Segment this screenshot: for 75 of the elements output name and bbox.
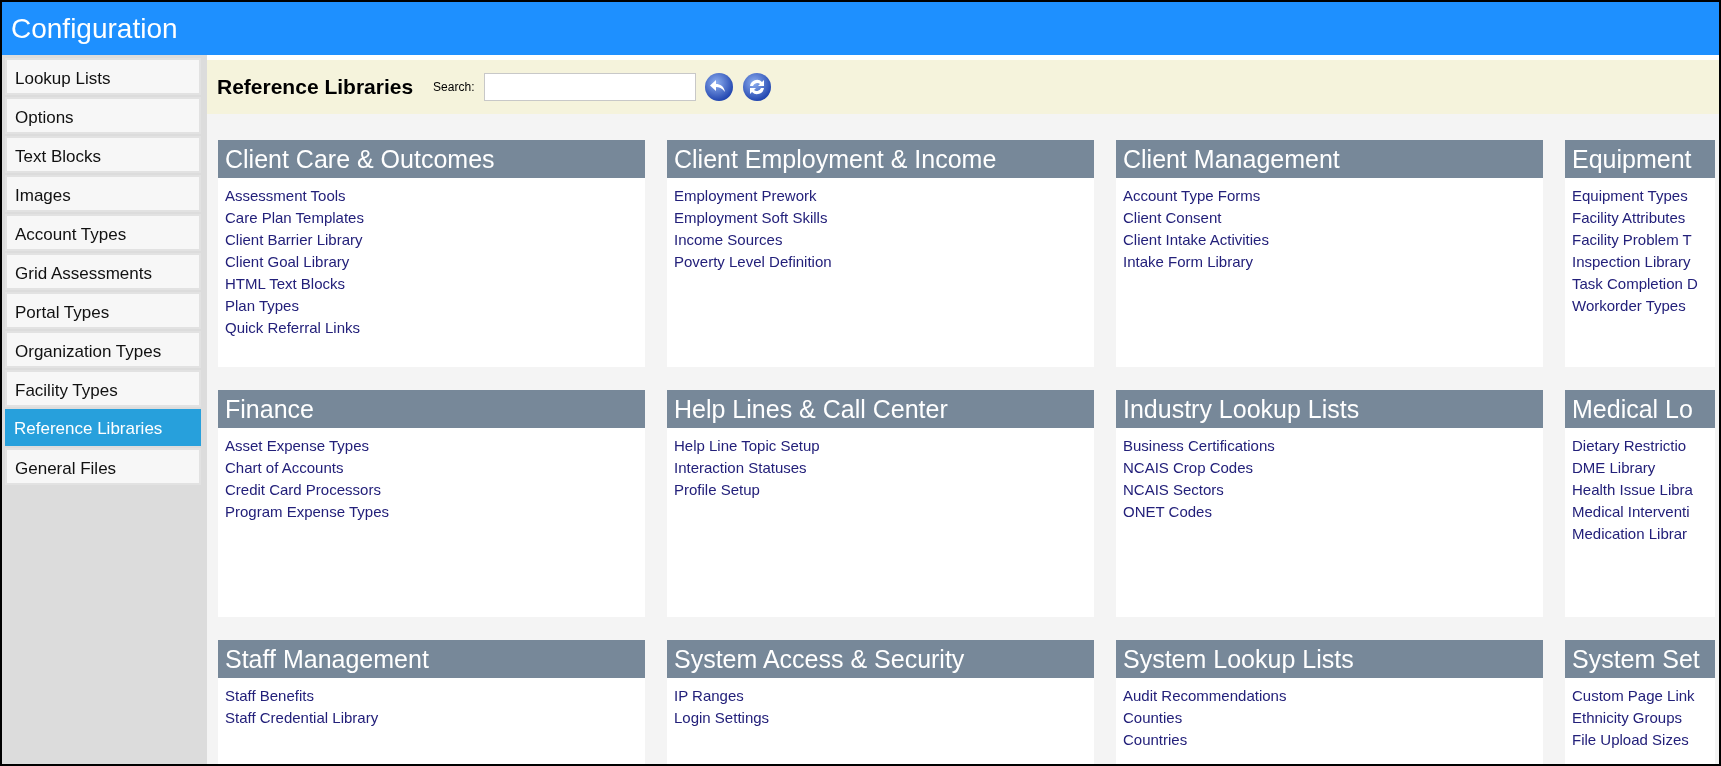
- window-title: Configuration: [2, 2, 1719, 55]
- library-link[interactable]: Income Sources: [674, 229, 783, 251]
- library-link[interactable]: Intake Form Library: [1123, 251, 1254, 273]
- search-label: Search:: [433, 79, 475, 96]
- library-link[interactable]: Dietary Restrictio: [1572, 435, 1687, 457]
- library-link[interactable]: Program Expense Types: [225, 501, 389, 523]
- library-link[interactable]: Equipment Types: [1572, 185, 1688, 207]
- back-icon[interactable]: [704, 72, 735, 102]
- library-link[interactable]: Client Consent: [1123, 207, 1222, 229]
- library-link[interactable]: Client Intake Activities: [1123, 229, 1269, 251]
- card-header: Client Employment & Income: [667, 140, 1094, 178]
- library-link[interactable]: HTML Text Blocks: [225, 273, 346, 295]
- library-link[interactable]: Chart of Accounts: [225, 457, 344, 479]
- library-link[interactable]: Assessment Tools: [225, 185, 346, 207]
- library-link[interactable]: Credit Card Processors: [225, 479, 381, 501]
- card-header: Help Lines & Call Center: [667, 390, 1094, 428]
- library-link[interactable]: Help Line Topic Setup: [674, 435, 820, 457]
- library-link[interactable]: Medication Librar: [1572, 523, 1688, 545]
- card-header: Staff Management: [218, 640, 645, 678]
- library-link[interactable]: IP Ranges: [674, 685, 744, 707]
- library-link[interactable]: Health Issue Libra: [1572, 479, 1693, 501]
- sidebar-item[interactable]: Portal Types: [5, 292, 201, 329]
- library-link[interactable]: Audit Recommendations: [1123, 685, 1287, 707]
- card-header: Client Management: [1116, 140, 1543, 178]
- library-link[interactable]: Facility Problem T: [1572, 229, 1692, 251]
- sidebar-item[interactable]: Options: [5, 97, 201, 134]
- library-link[interactable]: Account Type Forms: [1123, 185, 1261, 207]
- sidebar-item[interactable]: Text Blocks: [5, 136, 201, 173]
- library-link[interactable]: Workorder Types: [1572, 295, 1686, 317]
- library-link[interactable]: Medical Interventi: [1572, 501, 1690, 523]
- card-header: System Set: [1565, 640, 1715, 678]
- library-link[interactable]: Staff Credential Library: [225, 707, 379, 729]
- sidebar-item[interactable]: Organization Types: [5, 331, 201, 368]
- library-link[interactable]: ONET Codes: [1123, 501, 1212, 523]
- sidebar-item[interactable]: Grid Assessments: [5, 253, 201, 290]
- refresh-icon[interactable]: [742, 72, 773, 102]
- library-link[interactable]: Plan Types: [225, 295, 299, 317]
- library-link[interactable]: File Upload Sizes: [1572, 729, 1689, 751]
- card-header: Client Care & Outcomes: [218, 140, 645, 178]
- library-link[interactable]: Client Goal Library: [225, 251, 350, 273]
- sidebar-item[interactable]: General Files: [5, 448, 201, 485]
- card-header: Finance: [218, 390, 645, 428]
- library-link[interactable]: Ethnicity Groups: [1572, 707, 1683, 729]
- library-link[interactable]: DME Library: [1572, 457, 1656, 479]
- sidebar-item[interactable]: Lookup Lists: [5, 58, 201, 95]
- library-link[interactable]: Counties: [1123, 707, 1183, 729]
- search-field[interactable]: [484, 73, 697, 101]
- library-link[interactable]: Client Barrier Library: [225, 229, 363, 251]
- library-link[interactable]: Login Settings: [674, 707, 770, 729]
- library-link[interactable]: Countries: [1123, 729, 1188, 751]
- card-header: System Lookup Lists: [1116, 640, 1543, 678]
- library-link[interactable]: Asset Expense Types: [225, 435, 369, 457]
- page-heading: Reference Libraries: [217, 74, 414, 101]
- library-link[interactable]: NCAIS Crop Codes: [1123, 457, 1254, 479]
- library-link[interactable]: Staff Benefits: [225, 685, 314, 707]
- library-link[interactable]: Quick Referral Links: [225, 317, 361, 339]
- sidebar-item[interactable]: Images: [5, 175, 201, 212]
- card-header: Equipment: [1565, 140, 1715, 178]
- library-link[interactable]: Custom Page Link: [1572, 685, 1695, 707]
- card-header: Industry Lookup Lists: [1116, 390, 1543, 428]
- library-link[interactable]: Inspection Library: [1572, 251, 1691, 273]
- library-link[interactable]: Care Plan Templates: [225, 207, 364, 229]
- library-link[interactable]: Business Certifications: [1123, 435, 1275, 457]
- card-header: System Access & Security: [667, 640, 1094, 678]
- sidebar-item[interactable]: Facility Types: [5, 370, 201, 407]
- library-link[interactable]: NCAIS Sectors: [1123, 479, 1224, 501]
- library-link[interactable]: Employment Soft Skills: [674, 207, 828, 229]
- library-link[interactable]: Interaction Statuses: [674, 457, 807, 479]
- library-link[interactable]: Task Completion D: [1572, 273, 1698, 295]
- library-link[interactable]: Employment Prework: [674, 185, 817, 207]
- sidebar-item[interactable]: Account Types: [5, 214, 201, 251]
- library-link[interactable]: Poverty Level Definition: [674, 251, 832, 273]
- library-link[interactable]: Facility Attributes: [1572, 207, 1686, 229]
- library-link[interactable]: Profile Setup: [674, 479, 760, 501]
- card-header: Medical Lo: [1565, 390, 1715, 428]
